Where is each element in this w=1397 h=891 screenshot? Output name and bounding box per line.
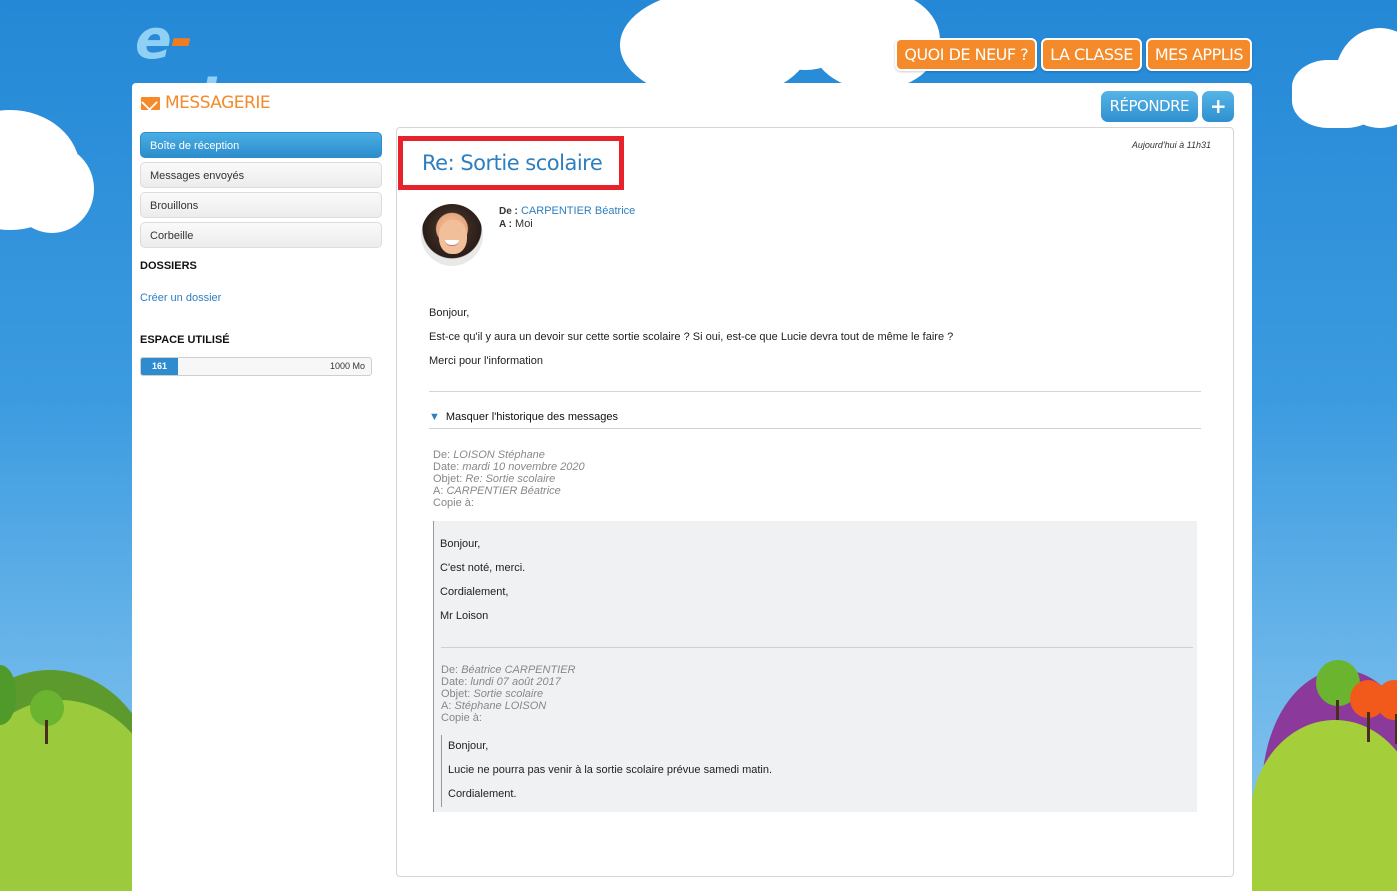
divider <box>429 391 1201 392</box>
quote-paragraph: Mr Loison <box>440 610 489 622</box>
top-navigation: QUOI DE NEUF ? LA CLASSE MES APPLIS <box>895 38 1252 71</box>
nav-quoi-de-neuf[interactable]: QUOI DE NEUF ? <box>895 38 1038 71</box>
body-paragraph: Merci pour l'information <box>429 355 543 367</box>
message-view: Aujourd'hui à 11h31 Re: Sortie scolaire … <box>396 127 1234 877</box>
message-date: Aujourd'hui à 11h31 <box>1131 140 1211 150</box>
message-actions: RÉPONDRE + <box>1100 91 1234 122</box>
message-body: Bonjour, Est-ce qu'il y aura un devoir s… <box>429 308 1201 380</box>
envelope-icon <box>141 96 160 110</box>
new-message-button[interactable]: + <box>1202 91 1234 122</box>
hide-history-toggle[interactable]: ▼ Masquer l'historique des messages <box>429 411 1201 429</box>
to-label: A : <box>499 219 512 230</box>
sender-avatar <box>421 204 483 266</box>
body-paragraph: Est-ce qu'il y aura un devoir sur cette … <box>429 331 954 343</box>
app-title: MESSAGERIE <box>141 93 271 113</box>
sidebar-item-sent[interactable]: Messages envoyés <box>140 162 382 188</box>
history-header: De: LOISON Stéphane Date: mardi 10 novem… <box>433 449 585 509</box>
message-header: De : CARPENTIER Béatrice A : Moi <box>499 205 635 231</box>
app-title-label: MESSAGERIE <box>165 93 271 113</box>
subject-highlight: Re: Sortie scolaire <box>398 136 624 190</box>
quoted-message: Bonjour, C'est noté, merci. Cordialement… <box>433 521 1197 812</box>
storage-heading: ESPACE UTILISÉ <box>140 334 230 346</box>
body-paragraph: Bonjour, <box>429 307 470 319</box>
create-folder-link[interactable]: Créer un dossier <box>140 292 382 304</box>
storage-total: 1000 Mo <box>329 361 365 371</box>
divider <box>441 647 1193 648</box>
quote-paragraph: Lucie ne pourra pas venir à la sortie sc… <box>448 764 773 776</box>
quote-paragraph: Cordialement, <box>440 586 509 598</box>
main-panel: MESSAGERIE RÉPONDRE + Boîte de réception… <box>132 83 1252 891</box>
app-logo[interactable]: e-primo <box>135 10 350 130</box>
quote-paragraph: Bonjour, <box>448 740 489 752</box>
triangle-down-icon: ▼ <box>429 411 440 423</box>
nav-la-classe[interactable]: LA CLASSE <box>1041 38 1142 71</box>
recipient-name: Moi <box>515 218 533 230</box>
storage-usage-bar: 161 1000 Mo <box>140 357 372 376</box>
sender-name[interactable]: CARPENTIER Béatrice <box>521 205 635 217</box>
sidebar-item-inbox[interactable]: Boîte de réception <box>140 132 382 158</box>
reply-button[interactable]: RÉPONDRE <box>1100 91 1198 122</box>
message-subject: Re: Sortie scolaire <box>422 151 603 175</box>
from-label: De : <box>499 206 518 217</box>
quoted-message: Bonjour, Lucie ne pourra pas venir à la … <box>441 735 1191 807</box>
quote-paragraph: C'est noté, merci. <box>440 562 526 574</box>
sidebar: Boîte de réception Messages envoyés Brou… <box>140 132 382 376</box>
storage-usage-fill: 161 <box>141 358 179 375</box>
history-toggle-label: Masquer l'historique des messages <box>445 411 618 423</box>
sidebar-item-drafts[interactable]: Brouillons <box>140 192 382 218</box>
folders-heading: DOSSIERS <box>140 260 197 272</box>
quote-paragraph: Cordialement. <box>448 788 517 800</box>
history-header: De: Béatrice CARPENTIER Date: lundi 07 a… <box>441 664 576 724</box>
quote-paragraph: Bonjour, <box>440 538 481 550</box>
nav-mes-applis[interactable]: MES APPLIS <box>1145 38 1252 71</box>
sidebar-item-trash[interactable]: Corbeille <box>140 222 382 248</box>
